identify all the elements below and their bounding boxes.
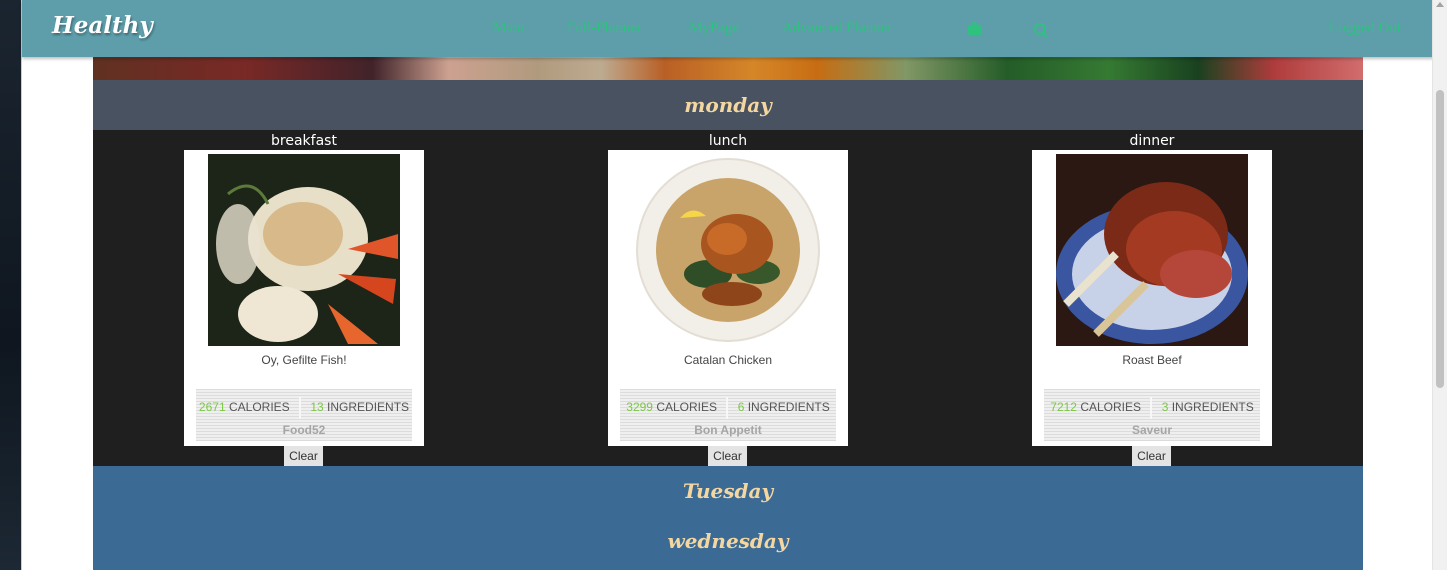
clear-breakfast-button[interactable]: Clear [284,446,323,466]
stats-row: 3299 CALORIES 6 INGREDIENTS [620,397,836,419]
stat-divider [1150,397,1153,419]
recipe-title[interactable]: Oy, Gefilte Fish! [184,350,424,370]
recipe-card[interactable]: Roast Beef 7212 CALORIES 3 INGREDIENTS S… [1032,150,1272,446]
recipe-title[interactable]: Roast Beef [1032,350,1272,370]
ingredients-label: INGREDIENTS [327,400,410,415]
stats-row: 2671 CALORIES 13 INGREDIENTS [196,397,412,419]
stats-row: 7212 CALORIES 3 INGREDIENTS [1044,397,1260,419]
clear-dinner-button[interactable]: Clear [1132,446,1171,466]
meal-label: dinner [1129,133,1175,149]
recipe-photo [632,154,824,346]
nav-logout[interactable]: Logged Out [1329,20,1401,37]
hero-shadow [93,58,1363,80]
recipe-stats: 3299 CALORIES 6 INGREDIENTS Bon Appetit [620,389,836,441]
vertical-scrollbar[interactable] [1432,0,1447,570]
meal-label: breakfast [271,133,337,149]
meal-lunch: lunch Catalan Chicken 3299 CALORIES 6 IN… [608,130,848,446]
calories-label: CALORIES [656,400,717,415]
ingredients-label: INGREDIENTS [747,400,830,415]
search-icon[interactable] [1034,23,1046,35]
ingredients-value: 13 [310,400,324,415]
nav-full-planner[interactable]: Full-Planner [567,20,642,37]
day-header-monday: monday [93,80,1363,130]
top-navbar: Healthy Main Full-Planner MyPage Advance… [22,0,1434,57]
meal-label: lunch [708,133,748,149]
calories-label: CALORIES [1080,400,1141,415]
ingredients-value: 6 [737,400,745,415]
recipe-photo [1056,154,1248,346]
nav-advanced-planner[interactable]: Advanced Planner [782,20,892,37]
recipe-photo [208,154,400,346]
ingredients-label: INGREDIENTS [1171,400,1254,415]
scroll-up-arrow-icon[interactable] [1436,2,1444,7]
recipe-stats: 7212 CALORIES 3 INGREDIENTS Saveur [1044,389,1260,441]
nav-mypage[interactable]: MyPage [689,20,739,37]
recipe-source[interactable]: Bon Appetit [620,423,836,437]
meal-dinner: dinner Roast Beef 7212 CALORIES 3 INGRED… [1032,130,1272,446]
ingredients-value: 3 [1161,400,1169,415]
recipe-card[interactable]: Catalan Chicken 3299 CALORIES 6 INGREDIE… [608,150,848,446]
recipe-card[interactable]: Oy, Gefilte Fish! 2671 CALORIES 13 INGRE… [184,150,424,446]
page-border [21,0,22,570]
recipe-source[interactable]: Food52 [196,423,412,437]
recipe-stats: 2671 CALORIES 13 INGREDIENTS Food52 [196,389,412,441]
day-header-tuesday[interactable]: Tuesday [93,466,1363,516]
meal-breakfast: breakfast Oy, Gefilte Fish! 2671 CALORIE… [184,130,424,446]
calories-value: 3299 [626,400,653,415]
calendar-icon[interactable] [968,22,982,35]
calories-value: 2671 [198,400,226,415]
stat-divider [299,397,301,419]
day-header-wednesday[interactable]: wednesday [93,516,1363,566]
stat-divider [726,397,729,419]
nav-main[interactable]: Main [493,20,525,37]
monday-meals: breakfast Oy, Gefilte Fish! 2671 CALORIE… [93,130,1363,466]
clear-lunch-button[interactable]: Clear [708,446,747,466]
recipe-title[interactable]: Catalan Chicken [608,350,848,370]
calories-value: 7212 [1050,400,1077,415]
brand-logo[interactable]: Healthy [52,12,153,39]
calories-label: CALORIES [228,400,290,415]
background-edge [0,0,21,570]
scrollbar-thumb[interactable] [1436,90,1444,388]
recipe-source[interactable]: Saveur [1044,423,1260,437]
